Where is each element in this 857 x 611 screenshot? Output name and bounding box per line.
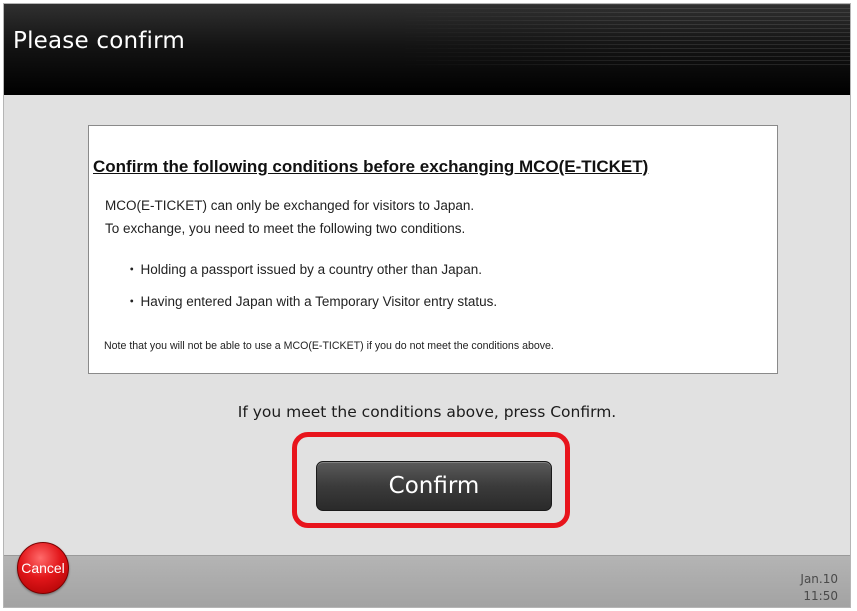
time-text: 11:50 [803, 589, 838, 603]
condition-text: Holding a passport issued by a country o… [140, 262, 482, 277]
bullet-marker: ・ [125, 262, 139, 277]
condition-item: ・ Having entered Japan with a Temporary V… [125, 290, 497, 310]
condition-text: Having entered Japan with a Temporary Vi… [140, 294, 498, 309]
header-decoration [390, 4, 850, 66]
instruction-text: If you meet the conditions above, press … [237, 403, 617, 421]
page-title: Please confirm [13, 28, 185, 54]
conditions-panel: Confirm the following conditions before … [88, 125, 778, 374]
confirm-button[interactable]: Confirm [316, 461, 552, 511]
intro-line-2: To exchange, you need to meet the follow… [105, 221, 466, 236]
kiosk-screen: Please confirm Confirm the following con… [3, 3, 851, 608]
main-content: Confirm the following conditions before … [4, 95, 850, 555]
bullet-marker: ・ [125, 294, 139, 309]
header-bar: Please confirm [4, 4, 850, 95]
footer-bar [4, 555, 850, 607]
datetime-display: Jan.10 11:50 [800, 571, 838, 605]
cancel-button[interactable]: Cancel [17, 542, 69, 594]
date-text: Jan.10 [800, 572, 838, 586]
condition-item: ・ Holding a passport issued by a country … [125, 258, 482, 278]
conditions-note: Note that you will not be able to use a … [104, 340, 554, 352]
conditions-heading: Confirm the following conditions before … [93, 157, 649, 176]
intro-line-1: MCO(E-TICKET) can only be exchanged for … [105, 198, 475, 213]
